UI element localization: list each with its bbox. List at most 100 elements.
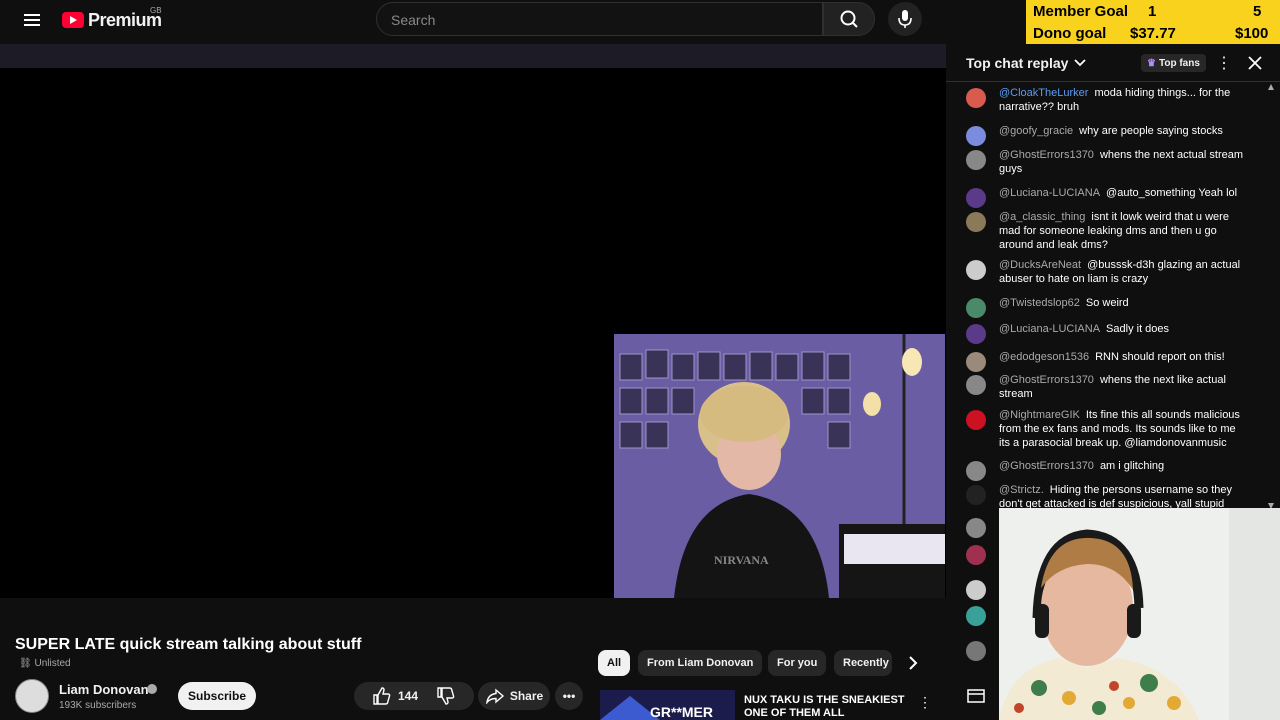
chat-author[interactable]: @NightmareGIK xyxy=(999,409,1080,421)
chat-avatar xyxy=(966,606,986,626)
next-video-menu-icon[interactable]: ⋮ xyxy=(918,694,932,712)
chat-avatar[interactable] xyxy=(966,461,986,481)
chat-author[interactable]: @GhostErrors1370 xyxy=(999,460,1094,472)
dono-goal-row: Dono goal $37.77 $100 xyxy=(1026,22,1280,44)
chat-message[interactable]: @Luciana-LUCIANA @auto_something Yeah lol xyxy=(999,186,1249,200)
reactor-webcam xyxy=(999,508,1280,720)
chat-text: RNN should report on this! xyxy=(1095,351,1225,363)
chat-avatar[interactable] xyxy=(966,88,986,108)
unlisted-badge: ⛓ Unlisted xyxy=(19,658,71,669)
chat-message[interactable]: @GhostErrors1370 whens the next actual st… xyxy=(999,148,1249,176)
chat-avatar[interactable] xyxy=(966,485,986,505)
dono-goal-label: Dono goal xyxy=(1033,25,1107,42)
youtube-logo[interactable]: Premium xyxy=(62,8,162,32)
next-video-thumbnail[interactable]: GR**MER xyxy=(600,690,735,720)
link-icon: ⛓ xyxy=(19,658,35,669)
region-code: GB xyxy=(150,6,162,15)
chat-avatar[interactable] xyxy=(966,150,986,170)
chat-author[interactable]: @GhostErrors1370 xyxy=(999,374,1094,386)
menu-icon[interactable] xyxy=(18,8,46,32)
chip-all[interactable]: All xyxy=(598,650,631,676)
channel-name[interactable]: Liam Donovan xyxy=(59,682,149,697)
chat-author[interactable]: @Luciana-LUCIANA xyxy=(999,187,1100,199)
chat-avatar xyxy=(966,518,986,538)
more-actions-button[interactable]: ••• xyxy=(555,682,583,710)
chat-text: Sadly it does xyxy=(1106,323,1170,335)
chat-author[interactable]: @Twistedslop62 xyxy=(999,297,1080,309)
chat-message[interactable]: @Luciana-LUCIANA Sadly it does xyxy=(999,322,1249,336)
chips-next-button[interactable] xyxy=(900,650,926,676)
member-goal-label: Member Goal xyxy=(1033,3,1129,20)
chat-avatar[interactable] xyxy=(966,188,986,208)
chat-author[interactable]: @a_classic_thing xyxy=(999,211,1085,223)
member-goal-row: Member Goal 1 5 xyxy=(1026,0,1280,22)
chat-author[interactable]: @Luciana-LUCIANA xyxy=(999,323,1100,335)
chat-avatar[interactable] xyxy=(966,352,986,372)
member-goal-current: 1 xyxy=(1148,3,1157,20)
chat-message[interactable]: @NightmareGIK Its fine this all sounds ma… xyxy=(999,408,1249,450)
streamer-webcam: NIRVANA xyxy=(614,334,945,598)
dono-goal-current: $37.77 xyxy=(1130,25,1176,42)
chat-text: So weird xyxy=(1085,297,1129,309)
chat-author[interactable]: @GhostErrors1370 xyxy=(999,149,1094,161)
chat-text: @auto_something Yeah lol xyxy=(1106,187,1238,199)
subscribe-button[interactable]: Subscribe xyxy=(178,682,256,710)
chat-author[interactable]: @CloakTheLurker xyxy=(999,87,1088,99)
chat-avatar[interactable] xyxy=(966,410,986,430)
chat-avatar[interactable] xyxy=(966,324,986,344)
share-button[interactable]: Share xyxy=(478,682,550,710)
chat-avatar[interactable] xyxy=(966,212,986,232)
chip-recently[interactable]: Recently xyxy=(834,650,892,676)
like-dislike-group: 144 xyxy=(354,682,474,710)
chat-message[interactable]: @Twistedslop62 So weird xyxy=(999,296,1249,310)
thumbs-down-icon[interactable] xyxy=(436,687,456,705)
search-placeholder: Search xyxy=(391,12,436,28)
chat-author[interactable]: @Strictz. xyxy=(999,484,1044,496)
chat-message[interactable]: @Strictz. Hiding the persons username so … xyxy=(999,483,1249,509)
search-input[interactable]: Search xyxy=(376,2,823,36)
chat-scrollbar[interactable] xyxy=(1268,84,1274,509)
chat-avatar xyxy=(966,641,986,661)
share-icon xyxy=(485,688,504,704)
svg-text:NIRVANA: NIRVANA xyxy=(714,553,769,567)
chat-avatar xyxy=(966,545,986,565)
chat-message[interactable]: @DucksAreNeat @busssk-d3h glazing an actu… xyxy=(999,258,1249,286)
chat-message[interactable]: @edodgeson1536 RNN should report on this! xyxy=(999,350,1249,364)
youtube-play-icon xyxy=(62,12,84,28)
chat-author[interactable]: @DucksAreNeat xyxy=(999,259,1081,271)
verified-icon xyxy=(147,684,157,694)
voice-search-button[interactable] xyxy=(888,2,922,36)
unlisted-text: Unlisted xyxy=(34,658,71,669)
chat-message[interactable]: @CloakTheLurker moda hiding things... for… xyxy=(999,86,1249,114)
video-title: SUPER LATE quick stream talking about st… xyxy=(15,636,362,653)
chat-author[interactable]: @goofy_gracie xyxy=(999,125,1073,137)
chat-text: why are people saying stocks xyxy=(1079,125,1223,137)
like-count[interactable]: 144 xyxy=(398,689,418,703)
chat-avatar[interactable] xyxy=(966,260,986,280)
chat-message[interactable]: @goofy_gracie why are people saying stock… xyxy=(999,124,1249,138)
channel-avatar[interactable] xyxy=(15,679,49,713)
chat-avatar[interactable] xyxy=(966,375,986,395)
thumbs-up-icon[interactable] xyxy=(372,687,392,705)
member-goal-target: 5 xyxy=(1253,3,1262,20)
chat-message[interactable]: @GhostErrors1370 am i glitching xyxy=(999,459,1249,473)
search-button[interactable] xyxy=(823,2,875,36)
chat-inbox-icon[interactable] xyxy=(966,686,986,706)
chip-from-channel[interactable]: From Liam Donovan xyxy=(638,650,763,676)
stream-goal-overlay: Member Goal 1 5 Dono goal $37.77 $100 xyxy=(1026,0,1280,46)
chat-message[interactable]: @GhostErrors1370 whens the next like actu… xyxy=(999,373,1249,401)
chat-avatar[interactable] xyxy=(966,126,986,146)
subscriber-count: 193K subscribers xyxy=(59,700,137,711)
chevron-right-icon xyxy=(909,656,918,670)
chat-message-list[interactable]: @CloakTheLurker moda hiding things... for… xyxy=(946,44,1280,509)
chat-author[interactable]: @edodgeson1536 xyxy=(999,351,1089,363)
dono-goal-target: $100 xyxy=(1235,25,1269,42)
chip-for-you[interactable]: For you xyxy=(768,650,827,676)
next-video-title[interactable]: NUX TAKU IS THE SNEAKIEST ONE OF THEM AL… xyxy=(744,694,914,720)
chat-message[interactable]: @a_classic_thing isnt it lowk weird that … xyxy=(999,210,1249,252)
chat-text: am i glitching xyxy=(1099,460,1165,472)
share-label: Share xyxy=(509,689,544,703)
chat-avatar xyxy=(966,580,986,600)
chat-avatar[interactable] xyxy=(966,298,986,318)
video-top-strip xyxy=(0,44,946,68)
